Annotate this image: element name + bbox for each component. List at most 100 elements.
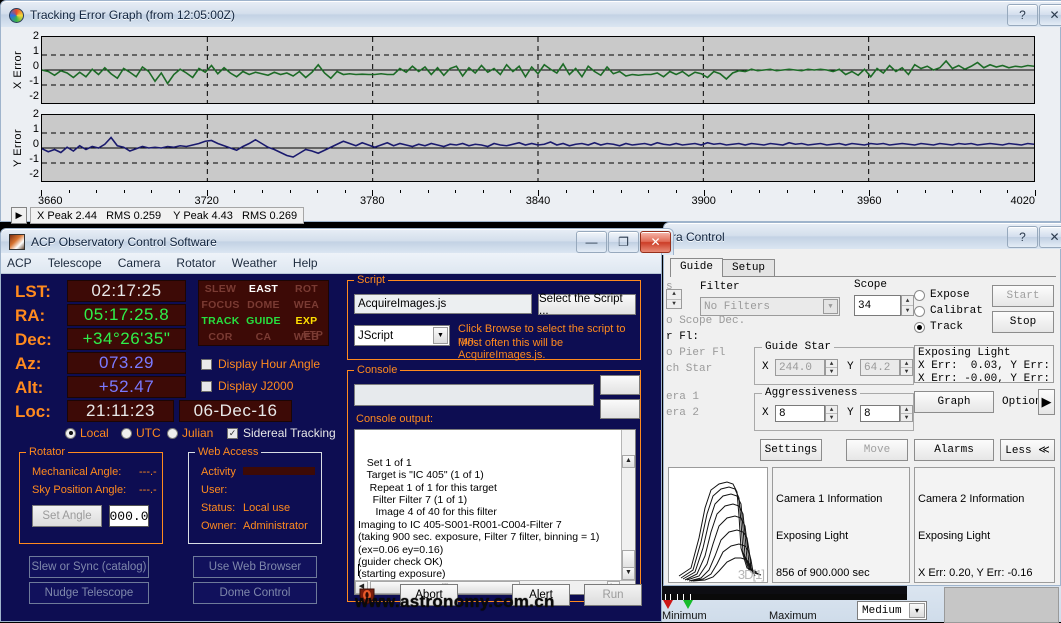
display-hour-angle-checkbox[interactable]: Display Hour Angle	[201, 357, 320, 371]
radio-icon	[914, 305, 925, 317]
guide-star-y-spinner[interactable]: ▲ ▼	[900, 359, 913, 376]
maximum-label: Maximum	[769, 610, 817, 622]
console-button-1[interactable]	[600, 375, 640, 395]
x-axis-tick	[179, 190, 181, 193]
acp-close-button[interactable]: ✕	[640, 231, 671, 253]
less-button[interactable]: Less ≪	[1000, 439, 1055, 461]
console-input[interactable]	[354, 384, 594, 406]
menu-telescope[interactable]: Telescope	[48, 256, 102, 270]
chevron-down-icon[interactable]: ▼	[433, 327, 448, 344]
x-axis-tick	[676, 190, 678, 193]
select-script-button[interactable]: Select the Script ...	[538, 293, 636, 317]
script-path-input[interactable]: AcquireImages.js	[354, 294, 532, 314]
acp-minimize-button[interactable]: —	[576, 231, 607, 253]
console-output[interactable]: Set 1 of 1 Target is "IC 405" (1 of 1) R…	[354, 429, 636, 595]
script-hint-line2: Most often this will be AcquireImages.js…	[458, 337, 564, 361]
camera-close-button[interactable]: ✕	[1039, 226, 1061, 248]
rotator-angle-input[interactable]: 000.0	[109, 505, 149, 527]
quality-select[interactable]: Medium ▾	[857, 601, 927, 620]
graph-status-text: X Peak 2.44 RMS 0.259 Y Peak 4.43 RMS 0.…	[30, 207, 305, 224]
menu-camera[interactable]: Camera	[118, 256, 161, 270]
graph-title-bar[interactable]: Tracking Error Graph (from 12:05:00Z) ? …	[0, 0, 1061, 29]
script-caption: Script	[354, 274, 389, 286]
guide-star-y-value[interactable]: 64.2	[860, 359, 900, 376]
move-button[interactable]: Move	[846, 439, 908, 461]
acp-maximize-button[interactable]: ❐	[608, 231, 639, 253]
x-axis-tick	[565, 190, 567, 193]
loc-time-value: 21:11:23	[67, 400, 174, 422]
radio-local[interactable]: Local	[65, 426, 109, 440]
x-axis-tick	[952, 190, 954, 193]
star-profile-image[interactable]: 3D[1]	[668, 467, 768, 583]
x-axis-tick	[1007, 190, 1009, 193]
display-j2000-checkbox[interactable]: Display J2000	[201, 379, 293, 393]
dome-control-button[interactable]: Dome Control	[193, 582, 317, 604]
alarms-button[interactable]: Alarms	[914, 439, 994, 461]
chevron-down-icon[interactable]: ▾	[909, 603, 925, 618]
filter-label: Filter	[700, 281, 740, 293]
radio-utc[interactable]: UTC	[121, 426, 161, 440]
set-angle-button[interactable]: Set Angle	[32, 505, 102, 527]
mode-radio-calibrate[interactable]: Calibrat	[914, 305, 983, 317]
menu-weather[interactable]: Weather	[232, 256, 277, 270]
camera-title-bar[interactable]: ra Control ? ✕	[663, 222, 1061, 251]
chevron-down-icon[interactable]: ▼	[823, 299, 838, 314]
mode-radio-expose[interactable]: Expose	[914, 289, 970, 301]
aggr-x-label: X	[762, 407, 769, 419]
sidereal-tracking-label: Sidereal Tracking	[243, 426, 336, 440]
nudge-telescope-button[interactable]: Nudge Telescope	[29, 582, 149, 604]
menu-rotator[interactable]: Rotator	[176, 256, 215, 270]
camera-window-title: ra Control	[672, 230, 725, 244]
option-next-button[interactable]: ▶	[1038, 389, 1055, 415]
menu-acp[interactable]: ACP	[7, 256, 32, 270]
web-access-caption: Web Access	[195, 446, 262, 458]
watermark: www.astronomy.com.cn	[355, 592, 555, 611]
x-axis-tick	[979, 190, 981, 193]
use-web-browser-button[interactable]: Use Web Browser	[193, 556, 317, 578]
tab-guide[interactable]: Guide	[670, 258, 724, 277]
maximum-marker-icon[interactable]	[683, 600, 693, 609]
help-button[interactable]: ?	[1007, 4, 1038, 26]
x-axis-tick	[96, 190, 98, 193]
console-button-2[interactable]	[600, 399, 640, 419]
start-button[interactable]: Start	[992, 285, 1054, 307]
graph-button[interactable]: Graph	[914, 391, 994, 413]
camera1-line-0: Exposing Light	[776, 530, 849, 543]
guide-star-group: Guide Star X 244.0 ▲ ▼ Y 64.2 ▲ ▼	[754, 341, 914, 385]
scope-input[interactable]: 34	[854, 295, 901, 316]
aggr-y-spinner[interactable]: ▲ ▼	[900, 405, 913, 422]
mode-radio-track[interactable]: Track	[914, 321, 963, 333]
sidereal-tracking-checkbox[interactable]: ✓ Sidereal Tracking	[227, 426, 336, 440]
preview-pane	[944, 587, 1059, 623]
scope-spinner[interactable]: ▲ ▼	[901, 295, 914, 316]
play-button[interactable]: ▶	[11, 207, 27, 224]
x-axis-tick	[455, 190, 457, 193]
minimum-marker-icon[interactable]	[663, 600, 673, 609]
acp-main: LST: 02:17:25 RA: 05:17:25.8 Dec: +34°26…	[1, 274, 661, 621]
acp-body: ACP Telescope Camera Rotator Weather Hel…	[0, 253, 662, 622]
run-button[interactable]: Run	[584, 584, 642, 606]
acp-title-bar[interactable]: ACP Observatory Control Software — ❐ ✕	[0, 228, 674, 255]
filter-select[interactable]: No Filters ▼	[700, 297, 840, 316]
radio-julian[interactable]: Julian	[167, 426, 213, 440]
y-error-y-ticks: 210 -1 -2	[29, 108, 39, 180]
tab-setup[interactable]: Setup	[722, 259, 776, 277]
aggr-x-value[interactable]: 8	[775, 405, 825, 422]
x-axis-tick-label: 3900	[691, 195, 716, 207]
camera-help-button[interactable]: ?	[1007, 226, 1038, 248]
menu-help[interactable]: Help	[293, 256, 318, 270]
owner-label: Owner:	[201, 520, 237, 532]
guide-star-x-value[interactable]: 244.0	[775, 359, 825, 376]
left-spinner[interactable]: ▲ ▼	[666, 289, 682, 309]
script-engine-select[interactable]: JScript ▼	[354, 325, 450, 346]
x-axis-tick	[648, 190, 650, 193]
activity-bar	[243, 467, 315, 475]
stop-button[interactable]: Stop	[992, 311, 1054, 333]
close-button[interactable]: ✕	[1039, 4, 1061, 26]
aggr-y-value[interactable]: 8	[860, 405, 900, 422]
console-vertical-scrollbar[interactable]: ▲ ▼	[621, 430, 635, 580]
slew-or-sync-button[interactable]: Slew or Sync (catalog)	[29, 556, 149, 578]
settings-button[interactable]: Settings	[760, 439, 822, 461]
aggr-x-spinner[interactable]: ▲ ▼	[825, 405, 838, 422]
guide-star-x-spinner[interactable]: ▲ ▼	[825, 359, 838, 376]
